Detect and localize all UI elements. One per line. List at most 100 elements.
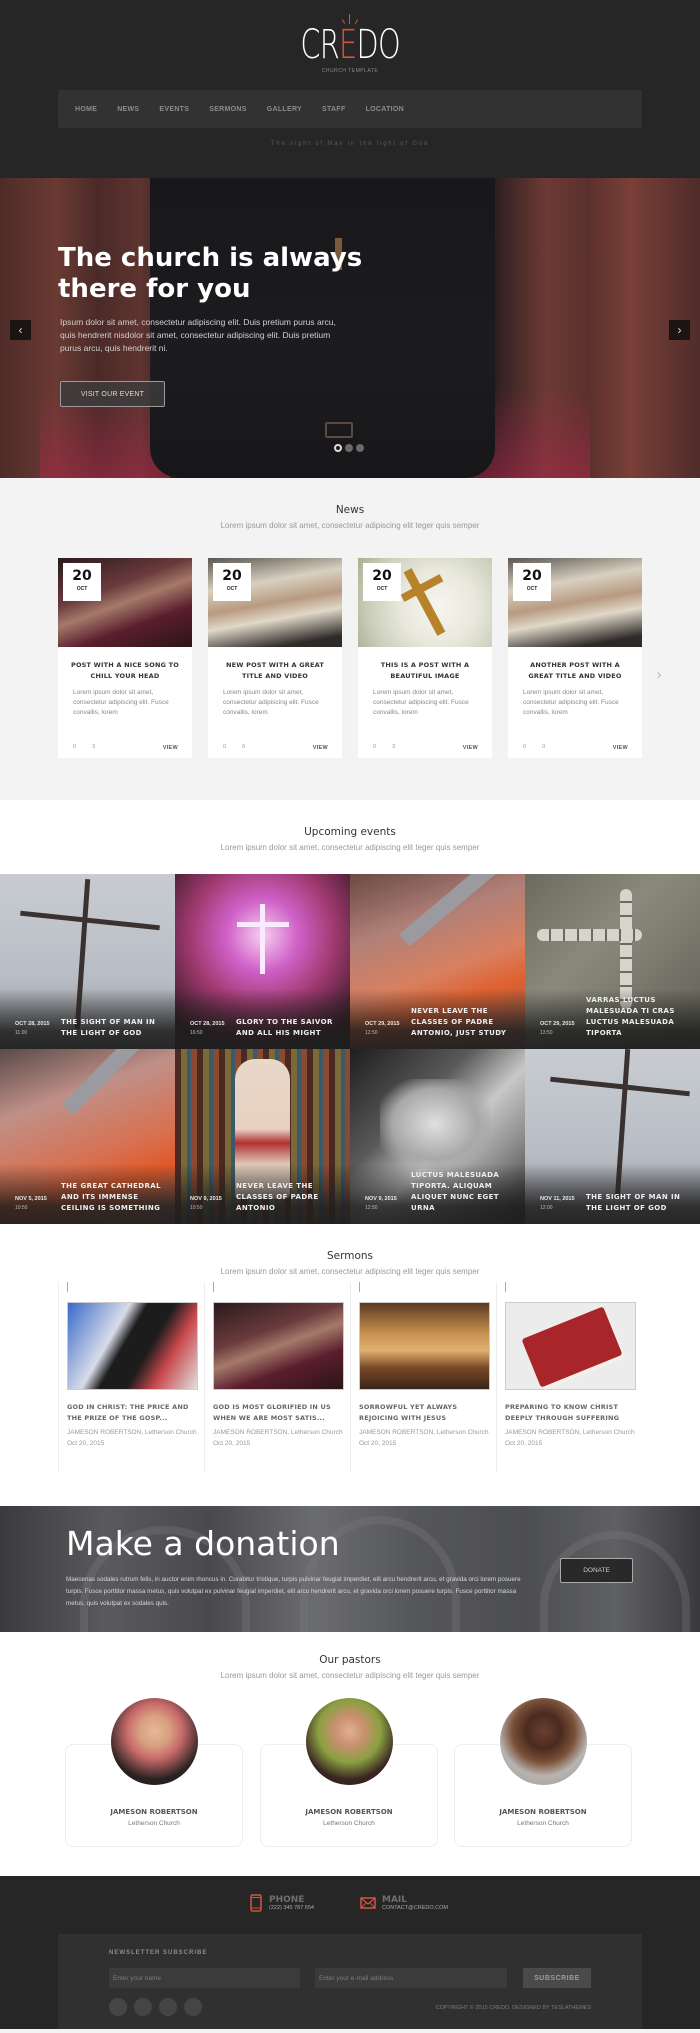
contact-phone[interactable]: PHONE (222) 345 787 654 <box>249 1894 314 1912</box>
sermon-image-bible-in-hands[interactable] <box>67 1302 198 1390</box>
social-icon-4[interactable] <box>184 1998 202 2016</box>
contact-mail[interactable]: MAIL CONTACT@CREDO.COM <box>360 1894 448 1912</box>
social-icon-1[interactable] <box>109 1998 127 2016</box>
view-link[interactable]: VIEW <box>613 745 628 751</box>
pastor-avatar[interactable] <box>306 1698 393 1785</box>
slider-dot-1[interactable] <box>334 444 342 452</box>
subscribe-button[interactable]: SUBSCRIBE <box>523 1968 591 1988</box>
newsletter-email-input[interactable] <box>315 1968 507 1988</box>
sermon-card[interactable]: GOD IS MOST GLORIFIED IN US WHEN WE ARE … <box>204 1282 350 1472</box>
social-icon-2[interactable] <box>134 1998 152 2016</box>
slider-prev-button[interactable]: ‹ <box>10 320 31 340</box>
news-image-hand-on-bible[interactable]: 20 OCT <box>208 558 342 647</box>
event-title[interactable]: LUCTUS MALESUADA TIPORTA. ALIQUAM ALIQUE… <box>411 1170 516 1214</box>
event-tile[interactable]: OCT 28, 2015 16:50 GLORY TO THE SAIVOR A… <box>175 874 350 1049</box>
sermon-card[interactable]: GOD IN CHRIST: THE PRICE AND THE PRIZE O… <box>58 1282 204 1472</box>
event-tile[interactable]: NOV 5, 2015 10:50 THE GREAT CATHEDRAL AN… <box>0 1049 175 1224</box>
news-image-joined-hands[interactable]: 20 OCT <box>58 558 192 647</box>
news-card-title[interactable]: ANOTHER POST WITH A GREAT TITLE AND VIDE… <box>518 660 632 682</box>
pastors-section: Our pastors Lorem ipsum dolor sit amet, … <box>0 1632 700 1876</box>
news-next-button[interactable]: › <box>656 665 662 684</box>
event-date: OCT 29, 2015 <box>365 1021 400 1027</box>
news-list: 20 OCT POST WITH A NICE SONG TO CHILL YOU… <box>58 558 642 758</box>
news-card[interactable]: 20 OCT ANOTHER POST WITH A GREAT TITLE AN… <box>508 558 642 758</box>
sermon-image-joined-hands[interactable] <box>213 1302 344 1390</box>
event-image-holding-hands <box>380 1079 490 1169</box>
mail-label: MAIL <box>382 1895 408 1905</box>
news-card-excerpt: Lorem ipsum dolor sit amet, consectetur … <box>223 689 319 716</box>
slider-dot-3[interactable] <box>356 444 364 452</box>
view-link[interactable]: VIEW <box>463 745 478 751</box>
donation-title: Make a donation <box>66 1524 340 1563</box>
event-tile[interactable]: NOV 9, 2015 12:50 LUCTUS MALESUADA TIPOR… <box>350 1049 525 1224</box>
pastor-card[interactable]: JAMESON ROBERTSON Letherson Church <box>65 1698 243 1847</box>
pastors-subtitle: Lorem ipsum dolor sit amet, consectetur … <box>220 1671 480 1680</box>
view-link[interactable]: VIEW <box>163 745 178 751</box>
event-tile[interactable]: OCT 28, 2015 11:00 THE SIGHT OF MAN IN T… <box>0 874 175 1049</box>
event-title[interactable]: VARRAS LUCTUS MALESUADA TI CRAS LUCTUS M… <box>586 995 691 1039</box>
pastor-card[interactable]: JAMESON ROBERTSON Letherson Church <box>260 1698 438 1847</box>
news-card-excerpt: Lorem ipsum dolor sit amet, consectetur … <box>73 689 169 716</box>
pastor-name: JAMESON ROBERTSON <box>110 1808 198 1816</box>
event-tile[interactable]: NOV 11, 2015 12:00 THE SIGHT OF MAN IN T… <box>525 1049 700 1224</box>
pastor-name: JAMESON ROBERTSON <box>305 1808 393 1816</box>
slider-next-button[interactable]: › <box>669 320 690 340</box>
news-image-cross-on-lilies[interactable]: 20 OCT <box>358 558 492 647</box>
news-card-title[interactable]: NEW POST WITH A GREAT TITLE AND VIDEO <box>218 660 332 682</box>
sermon-image-holy-bible[interactable] <box>505 1302 636 1390</box>
date-badge: 20 OCT <box>213 563 251 601</box>
event-title[interactable]: THE SIGHT OF MAN IN THE LIGHT OF GOD <box>61 1017 166 1039</box>
date-badge: 20 OCT <box>363 563 401 601</box>
sermon-title[interactable]: GOD IN CHRIST: THE PRICE AND THE PRIZE O… <box>67 1402 204 1424</box>
donate-button[interactable]: DONATE <box>560 1558 633 1583</box>
event-date: NOV 9, 2015 <box>190 1196 222 1202</box>
nav-sermons[interactable]: SERMONS <box>209 106 247 113</box>
news-card[interactable]: 20 OCT THIS IS A POST WITH A BEAUTIFUL IM… <box>358 558 492 758</box>
sermon-title[interactable]: GOD IS MOST GLORIFIED IN US WHEN WE ARE … <box>213 1402 350 1424</box>
logo[interactable]: CREDO CHURCH TEMPLATE <box>0 14 700 74</box>
social-icon-3[interactable] <box>159 1998 177 2016</box>
nav-events[interactable]: EVENTS <box>159 106 189 113</box>
event-time: 16:50 <box>190 1030 203 1036</box>
comments-count: 0 <box>373 744 377 750</box>
event-tile[interactable]: NOV 9, 2015 10:50 NEVER LEAVE THE CLASSE… <box>175 1049 350 1224</box>
event-title[interactable]: NEVER LEAVE THE CLASSES OF PADRE ANTONIO… <box>411 1006 516 1039</box>
sermons-section: Sermons Lorem ipsum dolor sit amet, cons… <box>0 1224 700 1506</box>
sermon-title[interactable]: PREPARING TO KNOW CHRIST DEEPLY THROUGH … <box>505 1402 642 1424</box>
nav-news[interactable]: NEWS <box>117 106 139 113</box>
pastors-title: Our pastors <box>319 1654 381 1666</box>
news-image-hand-on-bible[interactable]: 20 OCT <box>508 558 642 647</box>
news-card-title[interactable]: THIS IS A POST WITH A BEAUTIFUL IMAGE <box>368 660 482 682</box>
newsletter-name-input[interactable] <box>109 1968 300 1988</box>
nav-staff[interactable]: STAFF <box>322 106 346 113</box>
nav-home[interactable]: HOME <box>75 106 97 113</box>
event-title[interactable]: GLORY TO THE SAIVOR AND ALL HIS MIGHT <box>236 1017 341 1039</box>
sermon-image-cathedral-interior[interactable] <box>359 1302 490 1390</box>
visit-event-button[interactable]: VISIT OUR EVENT <box>60 381 165 407</box>
event-title[interactable]: THE GREAT CATHEDRAL AND ITS IMMENSE CEIL… <box>61 1181 166 1214</box>
pastor-avatar[interactable] <box>111 1698 198 1785</box>
sermon-card[interactable]: SORROWFUL YET ALWAYS REJOICING WITH JESU… <box>350 1282 496 1472</box>
sermon-card[interactable]: PREPARING TO KNOW CHRIST DEEPLY THROUGH … <box>496 1282 642 1472</box>
news-card[interactable]: 20 OCT NEW POST WITH A GREAT TITLE AND VI… <box>208 558 342 758</box>
event-date: OCT 28, 2015 <box>15 1021 50 1027</box>
nav-location[interactable]: LOCATION <box>366 106 404 113</box>
nav-gallery[interactable]: GALLERY <box>267 106 302 113</box>
events-grid: OCT 28, 2015 11:00 THE SIGHT OF MAN IN T… <box>0 874 700 1224</box>
site-footer: PHONE (222) 345 787 654 MAIL CONTACT@CREDO… <box>0 1876 700 2029</box>
event-time: 13:50 <box>540 1030 553 1036</box>
event-tile[interactable]: OCT 29, 2015 12:50 NEVER LEAVE THE CLASS… <box>350 874 525 1049</box>
event-title[interactable]: THE SIGHT OF MAN IN THE LIGHT OF GOD <box>586 1192 691 1214</box>
events-section: Upcoming events Lorem ipsum dolor sit am… <box>0 800 700 1224</box>
sermon-title[interactable]: SORROWFUL YET ALWAYS REJOICING WITH JESU… <box>359 1402 496 1424</box>
pastor-card[interactable]: JAMESON ROBERTSON Letherson Church <box>454 1698 632 1847</box>
comments-count: 0 <box>223 744 227 750</box>
slider-dot-2[interactable] <box>345 444 353 452</box>
hero-text: Ipsum dolor sit amet, consectetur adipis… <box>60 317 336 353</box>
view-link[interactable]: VIEW <box>313 745 328 751</box>
pastor-avatar[interactable] <box>500 1698 587 1785</box>
news-card-title[interactable]: POST WITH A NICE SONG TO CHILL YOUR HEAD <box>68 660 182 682</box>
news-card[interactable]: 20 OCT POST WITH A NICE SONG TO CHILL YOU… <box>58 558 192 758</box>
event-title[interactable]: NEVER LEAVE THE CLASSES OF PADRE ANTONIO <box>236 1181 341 1214</box>
event-tile[interactable]: OCT 29, 2015 13:50 VARRAS LUCTUS MALESUA… <box>525 874 700 1049</box>
